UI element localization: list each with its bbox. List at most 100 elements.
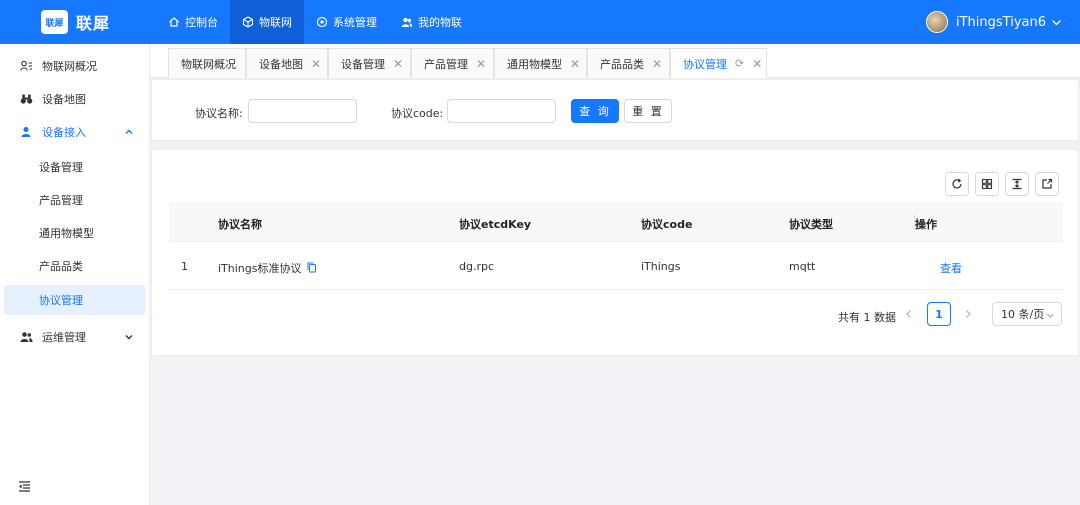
sidebar-item-label: 物联网概况 [42, 59, 97, 73]
cell-code: iThings [641, 260, 681, 273]
page-size-value: 10 条/页 [1001, 308, 1045, 321]
logo-text: 联犀 [76, 14, 111, 33]
chevron-right-icon [966, 310, 971, 318]
tab-label: 设备地图 [259, 57, 303, 71]
logo[interactable]: 联犀 联犀 [41, 10, 156, 34]
protocol-name-label: 协议名称: [195, 107, 243, 120]
table-panel: 协议名称 协议etcdKey 协议code 协议类型 操作 1 iThings标… [151, 149, 1079, 356]
table-row: 1 iThings标准协议 dg.rpc iThings mqtt 查看 [169, 242, 1063, 290]
page-number-current[interactable]: 1 [927, 302, 951, 326]
column-header-etcd-key: 协议etcdKey [459, 218, 532, 231]
users-icon [401, 17, 413, 27]
sidebar-sub-device-management[interactable]: 设备管理 [0, 152, 150, 182]
next-page-button[interactable] [956, 302, 980, 326]
sidebar-item-label: 设备接入 [42, 125, 86, 139]
tab-label: 物联网概况 [181, 57, 236, 71]
chevron-up-icon [125, 129, 133, 134]
logo-badge: 联犀 [41, 10, 68, 34]
sidebar-item-device-map[interactable]: 设备地图 [0, 82, 150, 115]
prev-page-button[interactable] [897, 302, 921, 326]
protocol-name-input[interactable] [248, 99, 357, 123]
column-header-actions: 操作 [915, 218, 937, 231]
chevron-down-icon [1052, 19, 1061, 25]
team-icon [20, 331, 34, 343]
username: iThingsTiyan6 [956, 14, 1046, 30]
tab-label: 产品管理 [424, 57, 468, 71]
sidebar-sub-product-category[interactable]: 产品品类 [0, 251, 150, 281]
nav-iot-label: 物联网 [259, 16, 292, 29]
protocol-name-text: iThings标准协议 [218, 262, 302, 275]
nav-system-label: 系统管理 [333, 16, 377, 29]
sidebar-item-device-access[interactable]: 设备接入 [0, 115, 150, 148]
chevron-down-icon [125, 334, 133, 339]
top-nav: 控制台 物联网 系统管理 我的物联 [156, 0, 474, 44]
reload-icon[interactable]: ⟳ [735, 57, 744, 70]
settings-icon [316, 16, 328, 28]
column-header-type: 协议类型 [789, 218, 833, 231]
sidebar-sub-product-management[interactable]: 产品管理 [0, 185, 150, 215]
close-icon[interactable]: ✕ [570, 57, 580, 71]
sidebar-item-iot-overview[interactable]: 物联网概况 [0, 49, 150, 82]
sidebar-item-label: 运维管理 [42, 330, 86, 344]
column-header-code: 协议code [641, 218, 693, 231]
tab-label: 产品品类 [600, 57, 644, 71]
tab-iot-overview[interactable]: 物联网概况 [168, 48, 246, 78]
tab-device-management[interactable]: 设备管理 ✕ [328, 48, 411, 78]
query-button[interactable]: 查 询 [571, 99, 619, 123]
close-icon[interactable]: ✕ [752, 57, 762, 71]
nav-console-label: 控制台 [185, 16, 218, 29]
column-height-button[interactable] [1005, 172, 1029, 196]
home-icon [169, 17, 179, 27]
tab-label: 通用物模型 [507, 57, 562, 71]
cell-etcd-key: dg.rpc [459, 260, 495, 273]
sidebar-item-ops-management[interactable]: 运维管理 [0, 320, 150, 353]
tab-protocol-management[interactable]: 协议管理 ⟳ ✕ [670, 48, 767, 78]
close-icon[interactable]: ✕ [393, 57, 403, 71]
cube-icon [242, 16, 254, 28]
table-header: 协议名称 协议etcdKey 协议code 协议类型 操作 [169, 202, 1063, 242]
nav-system[interactable]: 系统管理 [304, 0, 389, 44]
nav-my-iot-label: 我的物联 [418, 16, 462, 29]
chevron-down-icon [1047, 313, 1054, 318]
user-list-icon [20, 60, 34, 72]
export-icon [1042, 178, 1053, 189]
protocol-code-input[interactable] [447, 99, 556, 123]
user-icon [20, 126, 34, 138]
density-button[interactable] [975, 172, 999, 196]
cell-protocol-name: iThings标准协议 [218, 260, 317, 276]
user-menu[interactable]: iThingsTiyan6 [926, 0, 1062, 44]
nav-console[interactable]: 控制台 [156, 0, 230, 44]
binoculars-icon [20, 93, 34, 105]
collapse-menu-icon[interactable] [18, 481, 31, 495]
view-link[interactable]: 查看 [940, 260, 962, 276]
nav-iot[interactable]: 物联网 [230, 0, 304, 44]
tab-product-management[interactable]: 产品管理 ✕ [411, 48, 494, 78]
column-header-name: 协议名称 [218, 218, 262, 231]
search-panel: 协议名称: 协议code: 查 询 重 置 [151, 79, 1079, 141]
refresh-button[interactable] [945, 172, 969, 196]
protocol-code-label: 协议code: [391, 107, 444, 120]
cell-type: mqtt [789, 260, 816, 273]
grid-icon [981, 178, 993, 190]
page-size-select[interactable]: 10 条/页 [992, 302, 1062, 326]
tab-device-map[interactable]: 设备地图 ✕ [246, 48, 328, 78]
export-button[interactable] [1035, 172, 1059, 196]
row-index: 1 [181, 260, 188, 273]
tab-label: 设备管理 [341, 57, 385, 71]
sidebar: 物联网概况 设备地图 设备接入 设备管理 产品管理 通用物模型 产品品类 协议管… [0, 44, 150, 505]
top-bar: 联犀 联犀 控制台 物联网 系统管理 我的物联 iThingsTiyan6 [0, 0, 1080, 44]
sidebar-sub-protocol-management[interactable]: 协议管理 [4, 285, 146, 315]
column-height-icon [1012, 178, 1022, 190]
close-icon[interactable]: ✕ [652, 57, 662, 71]
close-icon[interactable]: ✕ [476, 57, 486, 71]
pagination-total: 共有 1 数据 [838, 311, 896, 324]
reset-button[interactable]: 重 置 [624, 99, 672, 123]
chevron-left-icon [906, 310, 911, 318]
copy-icon[interactable] [307, 262, 317, 273]
sidebar-sub-common-thing-model[interactable]: 通用物模型 [0, 218, 150, 248]
nav-my-iot[interactable]: 我的物联 [389, 0, 474, 44]
tab-product-category[interactable]: 产品品类 ✕ [587, 48, 670, 78]
tab-bar: 物联网概况 设备地图 ✕ 设备管理 ✕ 产品管理 ✕ 通用物模型 ✕ 产品品类 … [150, 44, 1080, 78]
tab-common-thing-model[interactable]: 通用物模型 ✕ [494, 48, 587, 78]
close-icon[interactable]: ✕ [311, 57, 321, 71]
